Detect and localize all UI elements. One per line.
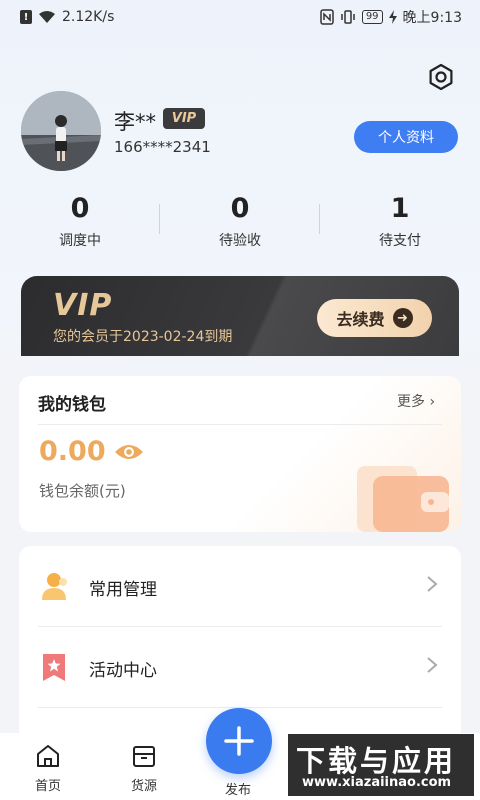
stat-pending-acceptance[interactable]: 0 待验收 — [160, 190, 320, 260]
publish-label: 发布 — [225, 783, 252, 798]
charging-icon — [388, 10, 397, 24]
menu-label: 常用管理 — [89, 580, 157, 600]
watermark: 下载与应用 www.xiazaiinao.com — [288, 734, 474, 796]
vibrate-icon — [341, 10, 355, 24]
tab-label: 货源 — [130, 779, 157, 794]
nfc-icon — [320, 9, 334, 25]
watermark-url: www.xiazaiinao.com — [302, 775, 452, 790]
wallet-balance-label: 钱包余额(元) — [39, 482, 126, 500]
wallet-balance: 0.00 — [39, 436, 106, 467]
clock: 晚上9:13 — [402, 10, 462, 26]
avatar[interactable] — [21, 91, 101, 171]
tab-home[interactable]: 首页 — [18, 743, 78, 794]
stat-value: 1 — [390, 193, 410, 224]
wifi-icon — [39, 11, 55, 23]
chevron-right-icon — [427, 657, 438, 673]
chevron-right-icon — [427, 576, 438, 592]
battery-icon: 99 — [361, 10, 383, 24]
publish-button[interactable] — [206, 708, 272, 774]
order-stats: 0 调度中 0 待验收 1 待支付 — [0, 190, 480, 260]
stat-label: 待验收 — [219, 233, 261, 249]
tab-cargo[interactable]: 货源 — [114, 743, 174, 794]
user-name: 李** — [114, 110, 156, 134]
profile-button[interactable]: 个人资料 — [354, 121, 458, 153]
stat-label: 待支付 — [379, 233, 421, 249]
watermark-title: 下载与应用 — [296, 744, 457, 778]
wallet-more-link[interactable]: 更多 › — [397, 391, 435, 411]
stat-value: 0 — [230, 193, 250, 224]
arrow-right-icon: ➜ — [392, 308, 413, 328]
wallet-illustration-icon — [357, 466, 449, 532]
stat-value: 0 — [70, 193, 90, 224]
stat-label: 调度中 — [59, 233, 101, 249]
user-phone: 166****2341 — [114, 138, 211, 156]
wallet-card: 我的钱包 更多 › 0.00 钱包余额(元) — [19, 376, 461, 532]
network-speed: 2.12K/s — [62, 9, 115, 25]
eye-icon[interactable] — [113, 442, 145, 462]
plus-icon — [224, 726, 254, 756]
star-bookmark-icon — [43, 654, 65, 681]
renew-button[interactable]: 去续费 ➜ — [317, 299, 432, 337]
box-icon — [133, 746, 155, 767]
status-bar: ! 2.12K/s 99 晚上9:13 — [0, 0, 480, 34]
menu-item-common-management[interactable]: 常用管理 — [19, 546, 461, 626]
stat-pending-payment[interactable]: 1 待支付 — [320, 190, 480, 260]
home-icon — [37, 745, 59, 767]
vip-badge: VIP — [163, 108, 205, 129]
divider — [38, 424, 442, 425]
vip-expiry-text: 您的会员于2023-02-24到期 — [53, 329, 233, 345]
person-manage-icon — [42, 573, 67, 600]
renew-label: 去续费 — [336, 310, 385, 329]
wallet-title: 我的钱包 — [38, 395, 106, 415]
vip-logo: VIP — [53, 288, 113, 323]
stat-dispatching[interactable]: 0 调度中 — [0, 190, 160, 260]
menu-label: 活动中心 — [89, 661, 157, 681]
alert-icon: ! — [20, 10, 32, 24]
tab-label: 首页 — [34, 779, 61, 794]
settings-gear-icon[interactable] — [426, 62, 456, 92]
vip-membership-card: VIP 您的会员于2023-02-24到期 去续费 ➜ — [21, 276, 459, 356]
menu-item-activity-center[interactable]: 活动中心 — [19, 627, 461, 707]
